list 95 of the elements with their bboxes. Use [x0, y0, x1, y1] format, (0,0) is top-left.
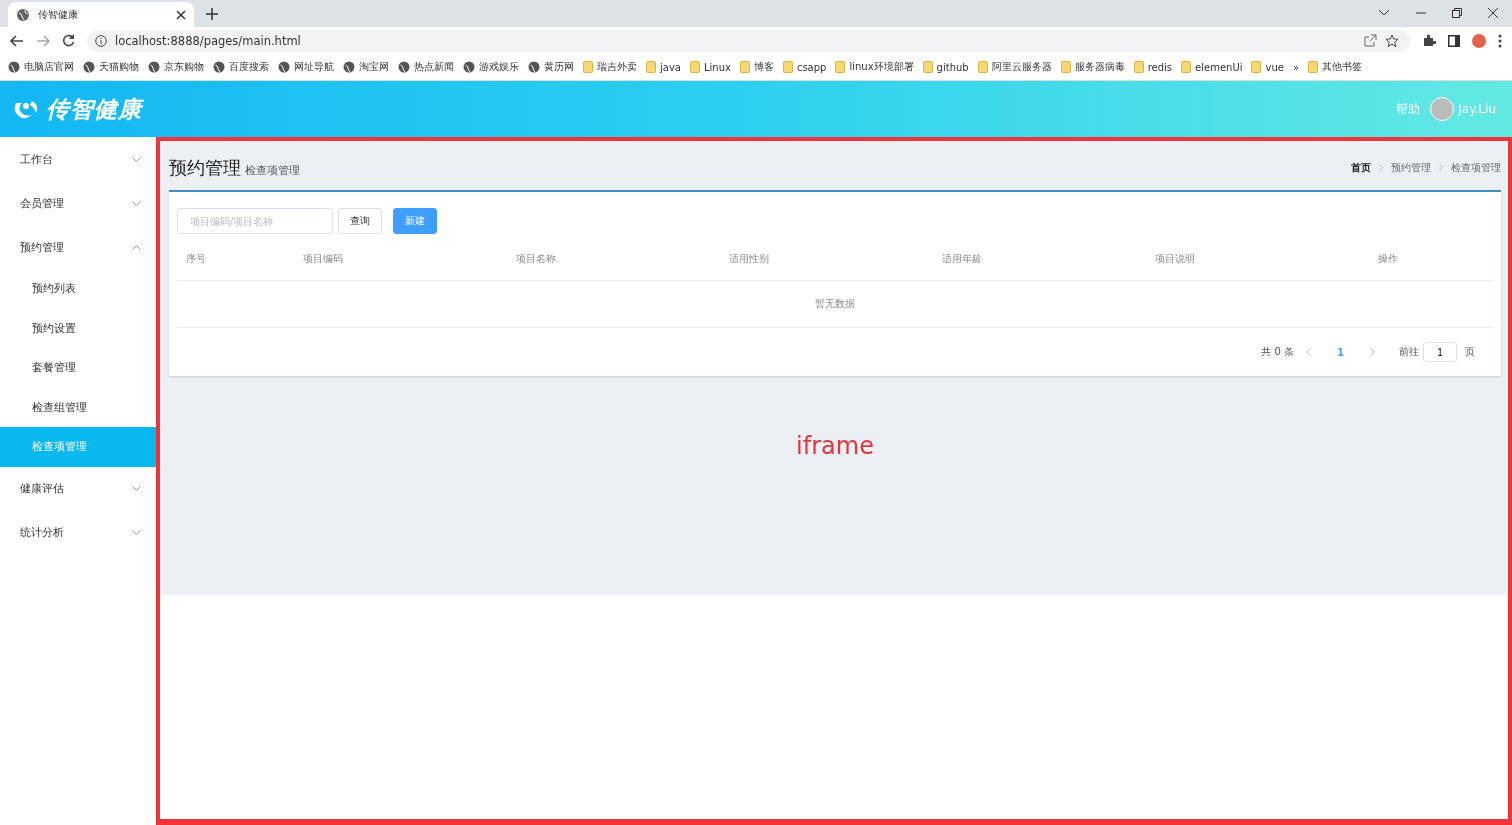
column-header: 适用性别: [729, 252, 770, 266]
menu-item[interactable]: 健康评估: [0, 466, 156, 511]
column-header: 项目名称: [516, 252, 557, 266]
bookmark[interactable]: 电脑店官网: [8, 60, 74, 74]
globe-icon: [83, 61, 95, 73]
bookmark[interactable]: 网址导航: [278, 60, 334, 74]
globe-icon: [16, 7, 30, 22]
bookmark[interactable]: java: [646, 61, 681, 73]
globe-icon: [213, 61, 225, 73]
share-icon[interactable]: [1364, 34, 1377, 47]
globe-icon: [8, 61, 20, 73]
globe-icon: [278, 61, 290, 73]
column-header: 项目说明: [1155, 252, 1196, 266]
menu-item[interactable]: 会员管理: [0, 181, 156, 225]
bookmark[interactable]: elemenUi: [1181, 61, 1243, 73]
bookmark[interactable]: 其他书签: [1308, 60, 1363, 74]
folder-icon: [583, 61, 593, 73]
globe-icon: [398, 61, 410, 73]
bookmark[interactable]: linux环境部署: [835, 60, 914, 74]
folder-icon: [1060, 61, 1071, 73]
bookmark[interactable]: 阿里云服务器: [977, 60, 1052, 74]
new-tab-icon[interactable]: [206, 8, 218, 20]
search-field[interactable]: 项目编码/项目名称: [177, 208, 333, 234]
star-icon[interactable]: [1385, 33, 1399, 48]
folder-icon: [977, 61, 988, 73]
browser-tab[interactable]: 传智健康: [8, 2, 194, 27]
menu-item[interactable]: 统计分析: [0, 510, 156, 555]
folder-icon: [646, 61, 656, 73]
more-icon[interactable]: [1498, 33, 1502, 48]
globe-icon: [148, 61, 160, 73]
column-header: 项目编码: [303, 252, 344, 266]
tab-title: 传智健康: [38, 7, 79, 22]
submenu-item[interactable]: 预约列表: [0, 269, 156, 309]
back-arrow-icon[interactable]: [10, 34, 24, 47]
side-panel-icon[interactable]: [1448, 34, 1460, 47]
logo-text: 传智健康: [46, 94, 142, 124]
close-icon[interactable]: [176, 9, 186, 20]
breadcrumb-link[interactable]: 预约管理: [1391, 160, 1431, 175]
page-subtitle: 检查项管理: [245, 163, 300, 177]
folder-icon: [922, 61, 933, 73]
submenu-item[interactable]: 预约设置: [0, 308, 156, 348]
bookmark[interactable]: github: [922, 61, 969, 73]
column-header: 序号: [186, 252, 207, 266]
breadcrumb-link[interactable]: 检查项管理: [1451, 160, 1501, 175]
bookmark[interactable]: 热点新闻: [398, 60, 454, 74]
bookmark[interactable]: 百度搜索: [213, 60, 269, 74]
close-icon[interactable]: [1488, 8, 1498, 18]
folder-icon: [782, 61, 793, 73]
folder-icon: [1181, 61, 1192, 73]
bookmark[interactable]: 淘宝网: [343, 60, 389, 74]
restore-icon[interactable]: [1452, 8, 1462, 18]
puzzle-icon[interactable]: [1423, 34, 1436, 47]
bookmark[interactable]: vue: [1251, 61, 1284, 73]
bookmark[interactable]: redis: [1133, 61, 1173, 73]
page-title: 预约管理: [169, 156, 241, 178]
column-header: 适用年龄: [942, 252, 983, 266]
bookmark[interactable]: 京东购物: [148, 60, 204, 74]
goto-label: 前往: [1399, 345, 1419, 359]
folder-icon: [689, 61, 700, 73]
submenu-item[interactable]: 套餐管理: [0, 348, 156, 388]
bookmark[interactable]: 游戏娱乐: [463, 60, 519, 74]
bookmark[interactable]: Linux: [689, 61, 731, 73]
bookmark[interactable]: 黄历网: [528, 60, 574, 74]
chevron-right-icon: [1379, 164, 1383, 171]
empty-message: 暂无数据: [815, 297, 855, 311]
annotation-text: iframe: [796, 431, 874, 460]
submenu-item[interactable]: 检查组管理: [0, 387, 156, 427]
reload-icon[interactable]: [62, 34, 75, 47]
total-count: 共 0 条: [1261, 345, 1295, 359]
folder-icon: [1251, 61, 1262, 73]
folder-icon: [835, 61, 846, 73]
more-bookmarks-button[interactable]: »: [1292, 61, 1300, 73]
globe-icon: [463, 61, 475, 73]
globe-icon: [528, 61, 540, 73]
menu-item[interactable]: 预约管理: [0, 225, 156, 269]
bookmark[interactable]: 天猫购物: [83, 60, 139, 74]
profile-icon[interactable]: [1472, 33, 1486, 48]
folder-icon: [1133, 61, 1144, 73]
breadcrumb-link[interactable]: 首页: [1351, 160, 1371, 175]
chevron-down-icon[interactable]: [1378, 9, 1390, 17]
bookmark[interactable]: 服务器病毒: [1060, 60, 1125, 74]
folder-icon: [1308, 61, 1319, 73]
page-input[interactable]: 1: [1423, 342, 1457, 362]
info-icon: [95, 34, 107, 47]
bookmark[interactable]: csapp: [782, 61, 827, 73]
folder-icon: [739, 61, 750, 73]
bookmark[interactable]: 博客: [739, 60, 774, 74]
bookmark[interactable]: 瑞吉外卖: [583, 60, 637, 74]
address-field[interactable]: localhost:8888/pages/main.html: [87, 29, 1411, 52]
chevron-right-icon: [1439, 164, 1443, 171]
query-button[interactable]: 查询: [338, 208, 382, 234]
menu-item[interactable]: 工作台: [0, 137, 156, 181]
column-header: 操作: [1378, 252, 1399, 266]
globe-icon: [343, 61, 355, 73]
page-suffix: 页: [1465, 345, 1475, 359]
